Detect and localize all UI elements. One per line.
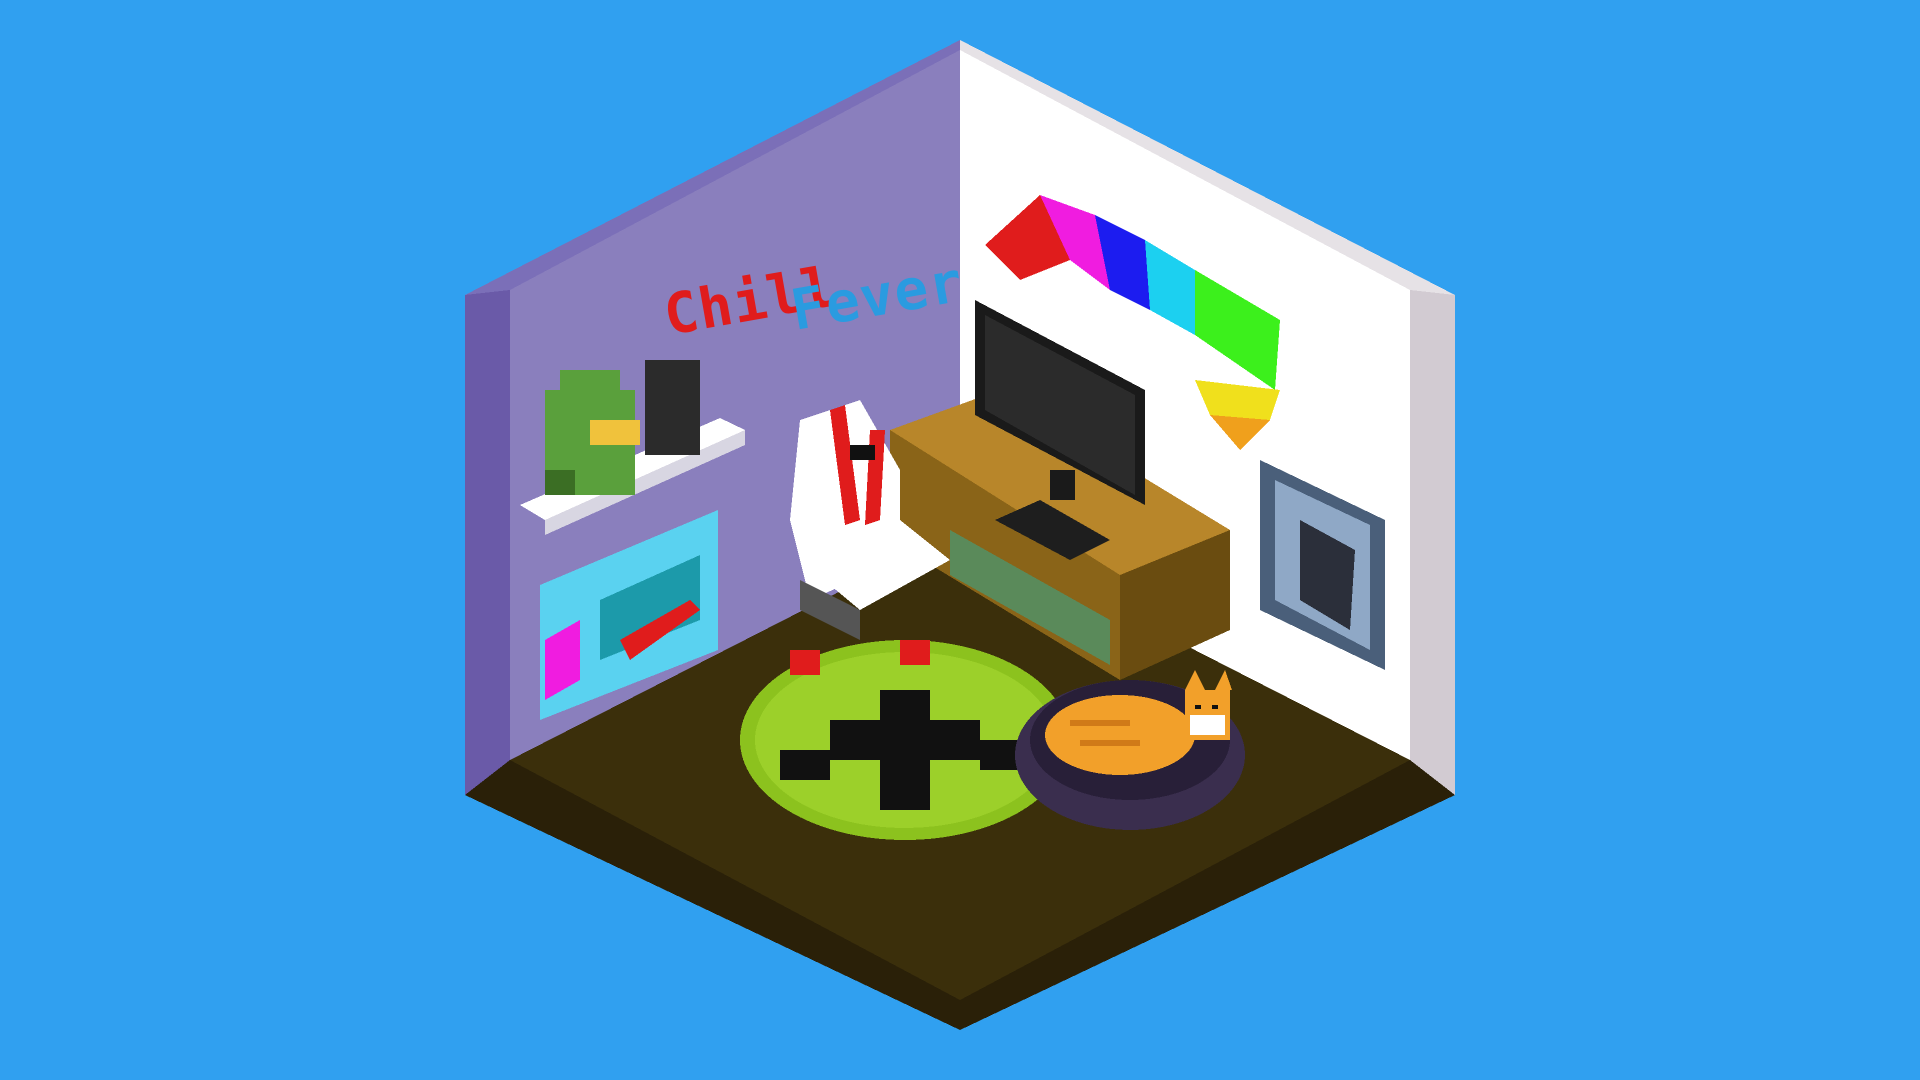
right-wall-edge bbox=[1410, 290, 1455, 795]
left-wall-edge bbox=[465, 290, 510, 795]
room-scene: Chill Fever bbox=[0, 0, 1920, 1080]
shelf-speaker bbox=[645, 360, 700, 455]
